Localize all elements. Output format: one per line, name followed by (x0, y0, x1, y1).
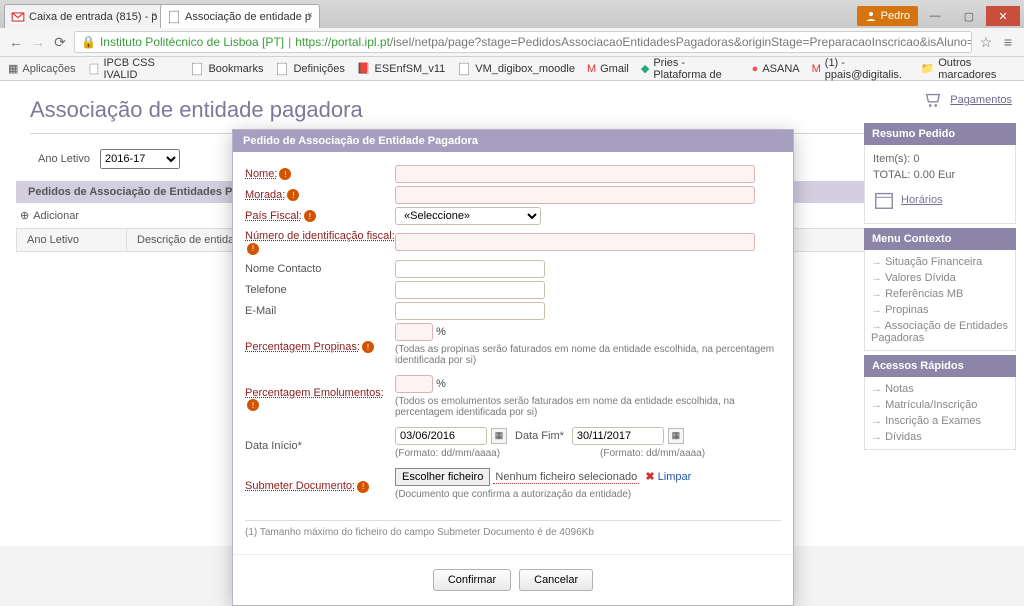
resumo-body: Item(s): 0 TOTAL: 0.00 Eur Horários (864, 145, 1016, 224)
bookmark-item[interactable]: VM_digibox_moodle (457, 62, 575, 76)
data-fim-input[interactable] (572, 427, 664, 445)
menu-links: Situação Financeira Valores Dívida Refer… (864, 250, 1016, 351)
perc-propinas-hint: (Todas as propinas serão faturados em no… (395, 344, 781, 366)
footnote: (1) Tamanho máximo do ficheiro do campo … (245, 520, 781, 538)
bookmark-item[interactable]: MGmail (587, 63, 629, 75)
close-icon[interactable]: × (307, 10, 313, 21)
nif-input[interactable] (395, 233, 755, 251)
window-maximize[interactable]: ▢ (952, 6, 986, 26)
browser-tabstrip: Caixa de entrada (815) - p × Associação … (0, 0, 1024, 28)
window-close[interactable]: ✕ (986, 6, 1020, 26)
lock-icon: 🔒 (81, 35, 96, 49)
forward-icon[interactable]: → (30, 34, 46, 50)
modal-footer: Confirmar Cancelar (233, 554, 793, 605)
bookmark-item[interactable]: 📕ESEnfSM_v11 (357, 62, 445, 75)
modal-title: Pedido de Associação de Entidade Pagador… (233, 130, 793, 152)
menu-link[interactable]: Associação de Entidades Pagadoras (871, 318, 1009, 346)
tab-label: Caixa de entrada (815) - p (29, 11, 157, 23)
bookmark-item[interactable]: IPCB CSS IVALID (88, 57, 179, 81)
resumo-header: Resumo Pedido (864, 123, 1016, 145)
nome-input[interactable] (395, 165, 755, 183)
tab-label: Associação de entidade p (185, 11, 311, 23)
acessos-links: Notas Matrícula/Inscrição Inscrição a Ex… (864, 377, 1016, 450)
menu-link[interactable]: Referências MB (871, 286, 1009, 302)
telefone-input[interactable] (395, 281, 545, 299)
gmail-icon (11, 10, 25, 24)
email-label: E-Mail (245, 303, 395, 319)
menu-icon[interactable]: ≡ (1000, 34, 1016, 50)
nif-label: Número de identificação fiscal:! (245, 228, 395, 257)
limpar-link[interactable]: Limpar (645, 471, 691, 483)
contacto-label: Nome Contacto (245, 261, 395, 277)
browser-tab-gmail[interactable]: Caixa de entrada (815) - p × (4, 4, 164, 28)
bookmark-item[interactable]: ◆Pries - Plataforma de (641, 57, 740, 81)
submeter-label: Submeter Documento:! (245, 478, 395, 495)
acesso-link[interactable]: Matrícula/Inscrição (871, 397, 1009, 413)
window-minimize[interactable]: — (918, 6, 952, 26)
menu-link[interactable]: Situação Financeira (871, 254, 1009, 270)
menu-link[interactable]: Propinas (871, 302, 1009, 318)
bookmark-item[interactable]: Bookmarks (190, 62, 263, 76)
apps-button[interactable]: ▦ Aplicações (8, 62, 76, 75)
cart-icon (922, 89, 944, 111)
star-icon[interactable]: ☆ (978, 34, 994, 50)
nome-label: Nome:! (245, 166, 395, 183)
doc-hint: (Documento que confirma a autorização da… (395, 489, 781, 500)
modal-dialog: Pedido de Associação de Entidade Pagador… (232, 129, 794, 606)
bookmark-item[interactable]: ●ASANA (752, 63, 800, 75)
acesso-link[interactable]: Notas (871, 381, 1009, 397)
telefone-label: Telefone (245, 282, 395, 298)
escolher-ficheiro-button[interactable]: Escolher ficheiro (395, 468, 490, 486)
file-none-label: Nenhum ficheiro selecionado (493, 471, 639, 484)
menu-link[interactable]: Valores Dívida (871, 270, 1009, 286)
acessos-header: Acessos Rápidos (864, 355, 1016, 377)
other-bookmarks[interactable]: 📁 Outros marcadores (921, 57, 1016, 81)
morada-label: Morada:! (245, 187, 395, 204)
bookmark-item[interactable]: M(1) - ppais@digitalis. (812, 57, 909, 81)
bookmark-item[interactable]: Definições (275, 62, 344, 76)
data-inicio-label: Data Início* (245, 438, 395, 454)
ano-letivo-label: Ano Letivo (38, 153, 90, 165)
pais-select[interactable]: «Seleccione» (395, 207, 541, 225)
acesso-link[interactable]: Inscrição a Exames (871, 413, 1009, 429)
sidebar: Pagamentos Resumo Pedido Item(s): 0 TOTA… (864, 81, 1016, 450)
calendar-icon (873, 189, 895, 211)
browser-tab-active[interactable]: Associação de entidade p × (160, 4, 320, 28)
close-icon[interactable]: × (151, 10, 157, 21)
email-input[interactable] (395, 302, 545, 320)
acesso-link[interactable]: Dívidas (871, 429, 1009, 445)
bookmarks-bar: ▦ Aplicações IPCB CSS IVALID Bookmarks D… (0, 57, 1024, 81)
url-input[interactable]: 🔒 Instituto Politécnico de Lisboa [PT] |… (74, 31, 972, 53)
user-badge[interactable]: Pedro (857, 6, 918, 26)
perc-emol-label: Percentagem Emolumentos:! (245, 385, 395, 414)
cancelar-button[interactable]: Cancelar (519, 569, 593, 591)
perc-emol-hint: (Todos os emolumentos serão faturados em… (395, 396, 781, 418)
col-ano-letivo: Ano Letivo (17, 229, 127, 251)
menu-header: Menu Contexto (864, 228, 1016, 250)
ano-letivo-select[interactable]: 2016-17 (100, 149, 180, 169)
calendar-icon[interactable]: ▦ (668, 428, 684, 444)
perc-propinas-input[interactable] (395, 323, 433, 341)
pagamentos-link[interactable]: Pagamentos (864, 81, 1016, 119)
page-icon (167, 10, 181, 24)
pais-label: País Fiscal:! (245, 208, 395, 225)
data-inicio-input[interactable] (395, 427, 487, 445)
calendar-icon[interactable]: ▦ (491, 428, 507, 444)
perc-emol-input[interactable] (395, 375, 433, 393)
back-icon[interactable]: ← (8, 34, 24, 50)
horarios-link[interactable]: Horários (873, 183, 1007, 217)
address-bar: ← → ⟳ 🔒 Instituto Politécnico de Lisboa … (0, 28, 1024, 57)
data-fim-label: Data Fim* (515, 430, 564, 442)
confirmar-button[interactable]: Confirmar (433, 569, 511, 591)
user-icon (865, 10, 877, 22)
morada-input[interactable] (395, 186, 755, 204)
reload-icon[interactable]: ⟳ (52, 34, 68, 50)
perc-propinas-label: Percentagem Propinas:! (245, 339, 395, 356)
contacto-input[interactable] (395, 260, 545, 278)
